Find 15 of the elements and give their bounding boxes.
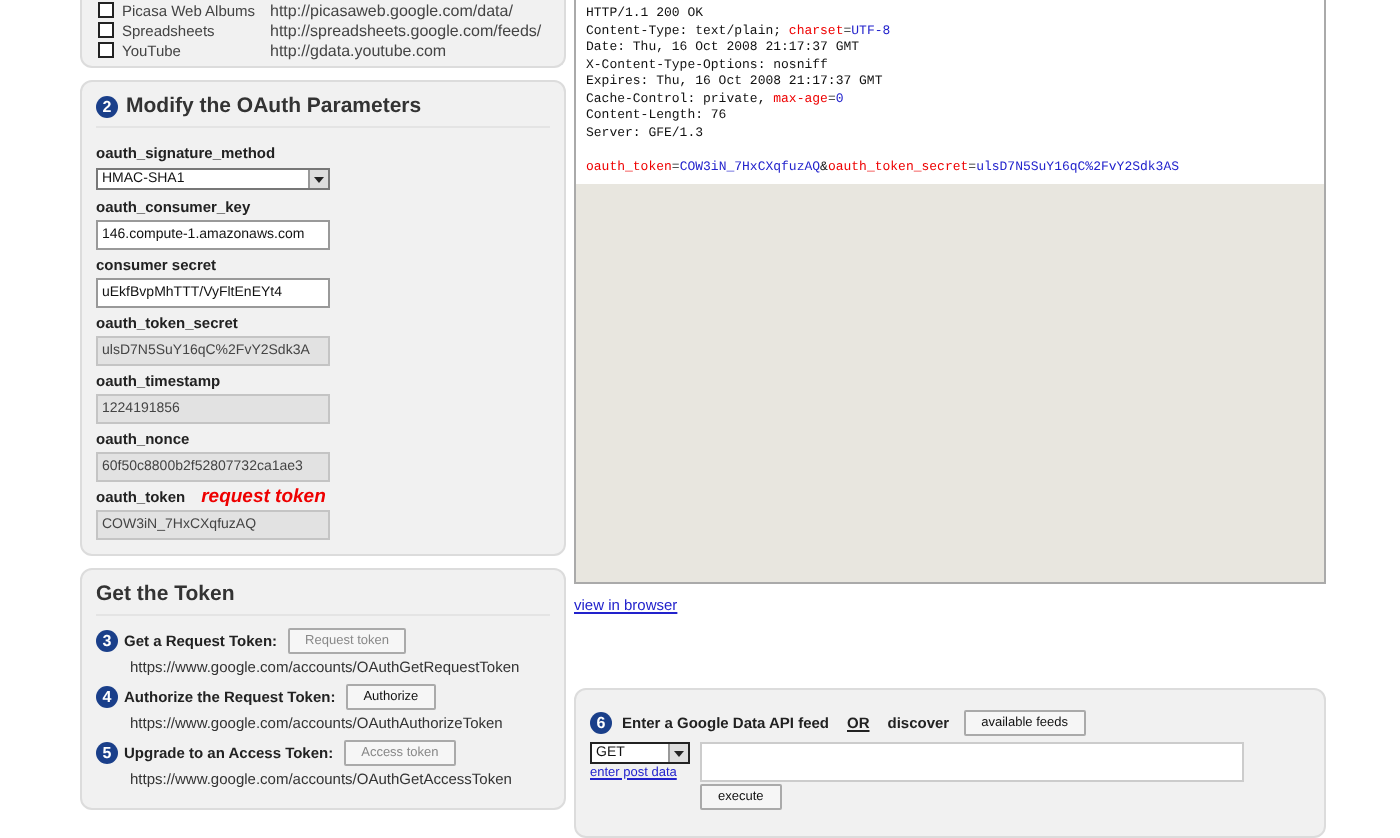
- checkbox[interactable]: [98, 42, 114, 58]
- step-number: 6: [590, 711, 612, 734]
- feed-url-field[interactable]: [700, 741, 1244, 782]
- section-title: Get the Token: [96, 582, 235, 606]
- feed-url: http://spreadsheets.google.com/feeds/: [270, 21, 542, 39]
- section-title: Modify the OAuth Parameters: [126, 94, 422, 118]
- step-number: 4: [96, 686, 118, 708]
- step-number: 2: [96, 95, 118, 117]
- token-note: request token: [201, 486, 326, 508]
- checkbox[interactable]: [98, 22, 114, 38]
- checkbox[interactable]: [98, 2, 114, 18]
- feed-url: http://picasaweb.google.com/data/: [270, 1, 513, 19]
- step-number: 3: [96, 630, 118, 652]
- feed-url: http://gdata.youtube.com: [270, 41, 447, 59]
- step-number: 5: [96, 742, 118, 764]
